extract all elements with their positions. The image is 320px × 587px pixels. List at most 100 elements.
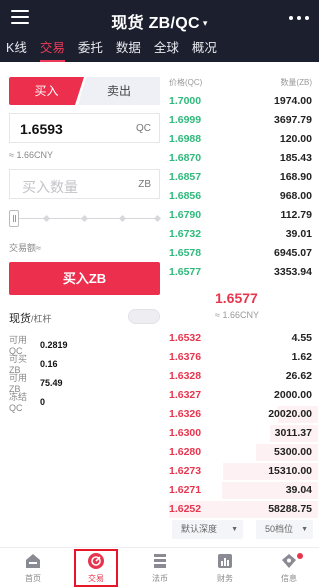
bid-price: 1.6271: [169, 484, 202, 496]
amount-column-header: 数量(ZB): [280, 78, 312, 87]
ask-row[interactable]: 1.6732 39.01: [169, 225, 312, 244]
bid-price: 1.6376: [169, 351, 202, 363]
ask-amount: 112.79: [280, 209, 312, 221]
margin-toggle[interactable]: [128, 309, 160, 324]
bid-amount: 39.04: [285, 484, 312, 496]
chevron-down-icon: ▼: [231, 526, 238, 533]
levels-select-value: 50档位: [265, 524, 294, 534]
buy-tab-button[interactable]: 买入: [9, 77, 84, 105]
balance-label: 冻结 QC: [9, 392, 28, 413]
ask-amount: 168.90: [279, 171, 312, 183]
sell-tab-button[interactable]: 卖出: [78, 77, 160, 105]
quantity-unit: ZB: [138, 179, 151, 190]
ask-price: 1.6790: [169, 209, 202, 221]
bid-row[interactable]: 1.6300 3011.37: [169, 424, 318, 443]
last-price-cny: ≈ 1.66CNY: [215, 310, 259, 320]
slider-handle[interactable]: [9, 210, 19, 227]
bid-amount: 5300.00: [274, 446, 312, 458]
last-price: 1.6577: [215, 290, 258, 306]
balance-value: 75.49: [40, 377, 63, 388]
bid-price: 1.6273: [169, 465, 202, 477]
quantity-placeholder: 买入数量: [22, 179, 78, 195]
bid-row[interactable]: 1.6280 5300.00: [169, 443, 318, 462]
chevron-down-icon: ▼: [301, 526, 308, 533]
chevron-down-icon: ▾: [202, 18, 208, 29]
ask-row[interactable]: 1.6857 168.90: [169, 168, 312, 187]
pair-title[interactable]: 现货 ZB/QC ▾: [0, 9, 319, 33]
slider-tick[interactable]: [118, 214, 127, 223]
nav-fiat[interactable]: 法币: [135, 552, 185, 584]
bid-price: 1.6327: [169, 389, 202, 401]
ask-row[interactable]: 1.6577 3353.94: [169, 263, 312, 282]
bid-row[interactable]: 1.6273 15310.00: [169, 462, 318, 481]
tab-orders[interactable]: 委托: [78, 36, 103, 62]
levels-select[interactable]: 50档位 ▼: [256, 520, 313, 539]
ask-row[interactable]: 1.6988 120.00: [169, 130, 312, 149]
tab-kline[interactable]: K线: [6, 36, 27, 62]
orderbook-header: 价格(QC) 数量(ZB): [169, 77, 312, 89]
balance-value: 0.2819: [40, 339, 68, 350]
bid-price: 1.6326: [169, 408, 202, 420]
bid-row[interactable]: 1.6252 58288.75: [169, 500, 318, 519]
balances: 可用 QC 0.2819 可买 ZB 0.16 可用 ZB 75.49 冻结 QC 0: [9, 335, 160, 413]
ask-row[interactable]: 1.6856 968.00: [169, 187, 312, 206]
price-value: 1.6593: [20, 121, 63, 137]
price-input[interactable]: 1.6593 QC: [9, 113, 160, 143]
spot-text: 现货: [9, 313, 31, 325]
bid-row[interactable]: 1.6532 4.55: [169, 329, 312, 348]
ask-amount: 3353.94: [274, 266, 312, 278]
ask-amount: 6945.07: [274, 247, 312, 259]
ask-row[interactable]: 1.6790 112.79: [169, 206, 312, 225]
balance-value: 0: [40, 396, 46, 407]
bid-amount: 26.62: [285, 370, 312, 382]
tab-overview[interactable]: 概况: [192, 36, 217, 62]
tab-data[interactable]: 数据: [116, 36, 141, 62]
nav-info-label: 信息: [281, 574, 297, 583]
tab-global[interactable]: 全球: [154, 36, 179, 62]
bid-amount: 2000.00: [274, 389, 312, 401]
nav-home-label: 首页: [25, 574, 41, 583]
trade-highlight-box: [74, 549, 118, 587]
app-header: 现货 ZB/QC ▾: [0, 0, 319, 36]
bid-amount: 4.55: [291, 332, 312, 344]
buy-sell-switch: 买入 卖出: [9, 77, 160, 105]
depth-select[interactable]: 默认深度 ▼: [172, 520, 243, 539]
bid-row[interactable]: 1.6327 2000.00: [169, 386, 312, 405]
bid-row[interactable]: 1.6271 39.04: [169, 481, 318, 500]
bid-amount: 20020.00: [268, 408, 312, 420]
quantity-input[interactable]: 买入数量 ZB: [9, 169, 160, 199]
ask-price: 1.6578: [169, 247, 202, 259]
nav-finance-label: 财务: [217, 574, 233, 583]
balance-value: 0.16: [40, 358, 58, 369]
bid-price: 1.6280: [169, 446, 202, 458]
slider-tick[interactable]: [42, 214, 51, 223]
fiat-icon: [154, 554, 166, 568]
more-icon[interactable]: [289, 16, 309, 20]
ask-row[interactable]: 1.6870 185.43: [169, 149, 312, 168]
ask-row[interactable]: 1.6999 3697.79: [169, 111, 312, 130]
ask-amount: 120.00: [279, 133, 312, 145]
bid-row[interactable]: 1.6326 20020.00: [169, 405, 318, 424]
bid-price: 1.6300: [169, 427, 202, 439]
bid-row[interactable]: 1.6376 1.62: [169, 348, 312, 367]
amount-slider[interactable]: [9, 208, 162, 230]
nav-finance[interactable]: 财务: [200, 552, 250, 584]
slider-tick[interactable]: [80, 214, 89, 223]
slider-tick[interactable]: [153, 214, 162, 223]
ask-price: 1.6857: [169, 171, 202, 183]
bid-price: 1.6252: [169, 503, 202, 515]
ask-amount: 185.43: [279, 152, 312, 164]
finance-icon: [218, 554, 232, 568]
ask-row[interactable]: 1.6578 6945.07: [169, 244, 312, 263]
nav-home[interactable]: 首页: [8, 552, 58, 584]
ask-amount: 1974.00: [274, 95, 312, 107]
tab-trade[interactable]: 交易: [39, 36, 65, 62]
bid-row[interactable]: 1.6328 26.62: [169, 367, 312, 386]
buy-zb-button[interactable]: 买入ZB: [9, 262, 160, 295]
nav-info[interactable]: 信息: [264, 552, 314, 584]
ask-amount: 39.01: [285, 228, 312, 240]
ask-row[interactable]: 1.7000 1974.00: [169, 92, 312, 111]
home-icon: [26, 554, 40, 568]
bid-amount: 3011.37: [274, 427, 312, 439]
tab-bar: K线 交易 委托 数据 全球 概况: [0, 36, 319, 62]
